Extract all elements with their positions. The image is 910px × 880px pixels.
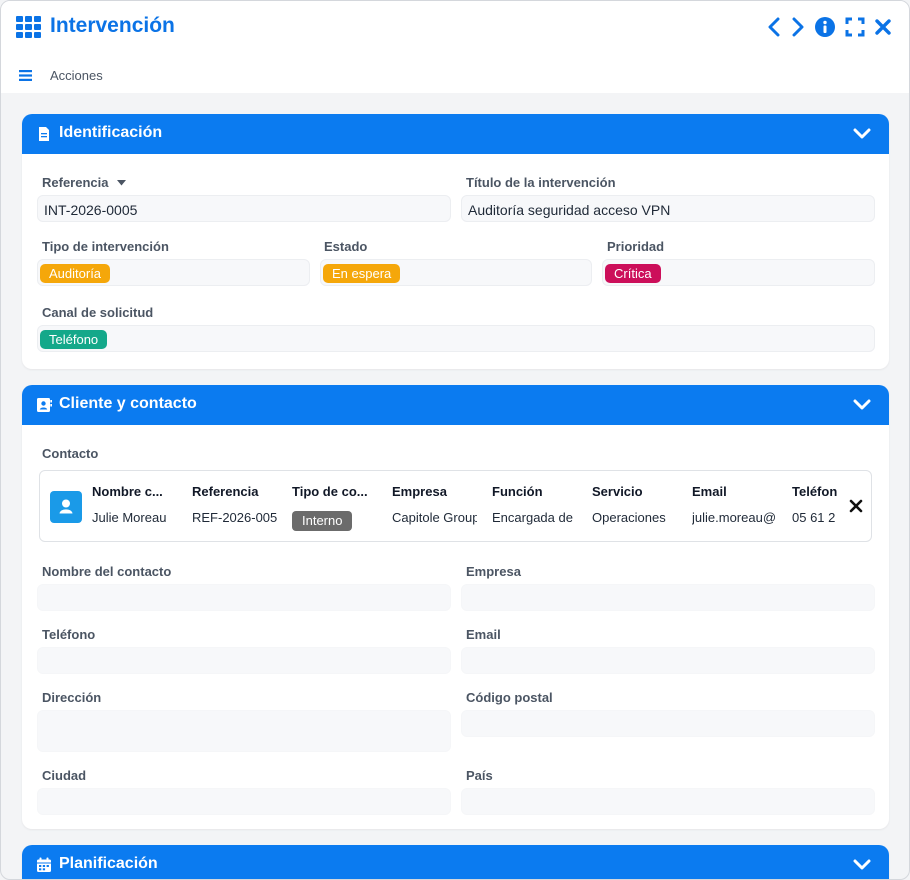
- city-label: Ciudad: [42, 768, 87, 783]
- next-button[interactable]: [786, 15, 810, 39]
- document-icon: [39, 127, 49, 141]
- reference-label[interactable]: Referencia: [42, 175, 127, 190]
- status-field[interactable]: En espera: [320, 259, 592, 286]
- status-label: Estado: [324, 239, 368, 254]
- chevron-down-icon[interactable]: [853, 126, 871, 142]
- client-contact-section: Cliente y contacto Contacto Nombre c... …: [22, 385, 889, 829]
- contact-company-cell: Capitole Group: [392, 510, 477, 525]
- contact-service-cell: Operaciones: [592, 510, 666, 525]
- hamburger-icon: [19, 69, 32, 81]
- info-button[interactable]: [813, 15, 837, 39]
- column-header-empresa[interactable]: Empresa: [392, 484, 477, 499]
- city-field[interactable]: [37, 788, 451, 815]
- type-label: Tipo de intervención: [42, 239, 169, 254]
- contact-name-field[interactable]: [37, 584, 451, 611]
- window-header: Intervención Acciones: [1, 1, 909, 93]
- email-field[interactable]: [461, 647, 875, 674]
- postal-code-label: Código postal: [466, 690, 553, 705]
- caret-down-icon: [117, 180, 127, 186]
- contact-card-icon: [37, 398, 52, 412]
- avatar: [50, 491, 82, 523]
- contact-label: Contacto: [42, 446, 99, 461]
- phone-label: Teléfono: [42, 627, 96, 642]
- contact-phone-cell: 05 61 2: [792, 510, 836, 525]
- address-field[interactable]: [37, 710, 451, 752]
- section-title: Cliente y contacto: [59, 395, 197, 412]
- remove-contact-icon[interactable]: [849, 499, 863, 513]
- section-title: Identificación: [59, 124, 163, 141]
- calendar-icon: [37, 857, 51, 872]
- section-title: Planificación: [59, 855, 158, 872]
- fullscreen-icon: [845, 17, 865, 37]
- chevron-right-icon: [792, 17, 804, 37]
- contact-type-badge: Interno: [292, 511, 353, 531]
- client-contact-header[interactable]: Cliente y contacto: [22, 385, 889, 425]
- fullscreen-button[interactable]: [843, 15, 867, 39]
- planning-section: Planificación: [22, 845, 889, 879]
- address-label: Dirección: [42, 690, 102, 705]
- contact-name-cell: Julie Moreau: [92, 510, 167, 525]
- phone-field[interactable]: [37, 647, 451, 674]
- reference-field[interactable]: INT-2026-0005: [37, 195, 451, 222]
- close-icon: [875, 19, 891, 35]
- actions-menu[interactable]: Acciones: [19, 63, 103, 87]
- company-label: Empresa: [466, 564, 521, 579]
- priority-field[interactable]: Crítica: [602, 259, 875, 286]
- type-tag: Auditoría: [40, 264, 111, 283]
- title-label: Título de la intervención: [466, 175, 616, 190]
- column-header-nombre[interactable]: Nombre c...: [92, 484, 170, 499]
- column-header-referencia[interactable]: Referencia: [192, 484, 277, 499]
- window-title: Intervención: [50, 14, 175, 37]
- contact-reference-cell: REF-2026-005: [192, 510, 277, 525]
- info-icon: [815, 17, 835, 37]
- column-header-funcion[interactable]: Función: [492, 484, 577, 499]
- intervention-window: Intervención Acciones Identificación Ref…: [0, 0, 910, 880]
- chevron-down-icon[interactable]: [853, 857, 871, 873]
- contact-email-cell: julie.moreau@: [692, 510, 777, 525]
- type-field[interactable]: Auditoría: [37, 259, 310, 286]
- channel-label: Canal de solicitud: [42, 305, 154, 320]
- intervention-title-field[interactable]: Auditoría seguridad acceso VPN: [461, 195, 875, 222]
- contact-selection[interactable]: Nombre c... Referencia Tipo de co... Emp…: [39, 470, 872, 542]
- reference-label-text: Referencia: [42, 175, 109, 190]
- priority-label: Prioridad: [607, 239, 665, 254]
- country-field[interactable]: [461, 788, 875, 815]
- user-icon: [59, 499, 73, 514]
- grid-icon[interactable]: [16, 16, 41, 38]
- column-header-servicio[interactable]: Servicio: [592, 484, 677, 499]
- column-header-tipo[interactable]: Tipo de co...: [292, 484, 377, 499]
- close-button[interactable]: [871, 15, 895, 39]
- country-label: País: [466, 768, 493, 783]
- planning-header[interactable]: Planificación: [22, 845, 889, 879]
- chevron-down-icon[interactable]: [853, 397, 871, 413]
- previous-button[interactable]: [762, 15, 786, 39]
- status-tag: En espera: [323, 264, 401, 283]
- channel-field[interactable]: Teléfono: [37, 325, 875, 352]
- contact-name-label: Nombre del contacto: [42, 564, 172, 579]
- identification-header[interactable]: Identificación: [22, 114, 889, 154]
- actions-label: Acciones: [50, 67, 103, 83]
- company-field[interactable]: [461, 584, 875, 611]
- chevron-left-icon: [768, 17, 780, 37]
- email-label: Email: [466, 627, 501, 642]
- column-header-email[interactable]: Email: [692, 484, 777, 499]
- contact-function-cell: Encargada de: [492, 510, 573, 525]
- channel-tag: Teléfono: [40, 330, 108, 349]
- column-header-telefono[interactable]: Teléfon: [792, 484, 837, 499]
- postal-code-field[interactable]: [461, 710, 875, 737]
- priority-tag: Crítica: [605, 264, 661, 283]
- identification-section: Identificación Referencia INT-2026-0005 …: [22, 114, 889, 369]
